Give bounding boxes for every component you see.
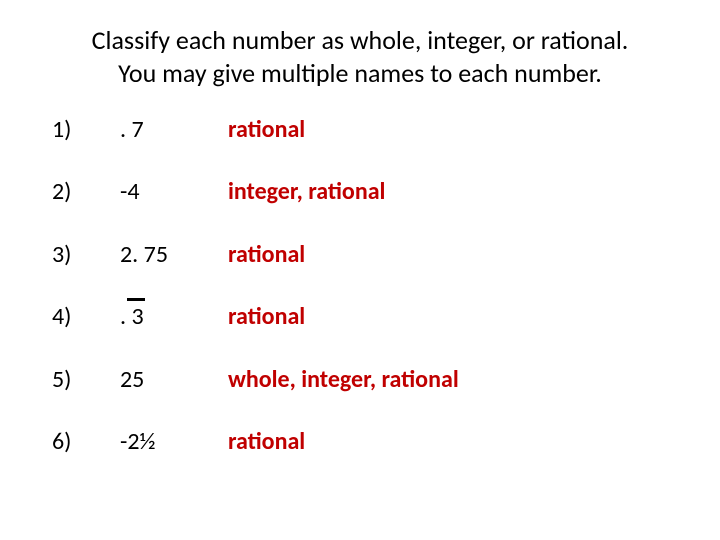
title-line-2: You may give multiple names to each numb… <box>60 57 660 90</box>
row-answer: rational <box>228 242 680 268</box>
row-answer: whole, integer, rational <box>228 367 680 393</box>
row-label: 5) <box>52 367 112 393</box>
row-answer: rational <box>228 304 680 330</box>
number-text: 2. 75 <box>120 240 168 269</box>
row-answer: rational <box>228 117 680 143</box>
repeating-bar-icon <box>127 298 145 301</box>
row-number: 2. 75 <box>120 242 220 268</box>
row-label: 1) <box>52 117 112 143</box>
slide: Classify each number as whole, integer, … <box>0 0 720 455</box>
number-text: . 3 <box>120 302 144 331</box>
number-text: -4 <box>120 177 140 206</box>
title-line-1: Classify each number as whole, integer, … <box>60 24 660 57</box>
classification-list: 1) . 7 rational 2) -4 integer, rational … <box>40 117 680 455</box>
number-text: . 7 <box>120 115 144 144</box>
row-answer: integer, rational <box>228 179 680 205</box>
row-label: 3) <box>52 242 112 268</box>
number-text: 25 <box>120 365 144 394</box>
row-number: . 7 <box>120 117 220 143</box>
page-title: Classify each number as whole, integer, … <box>40 24 680 89</box>
row-label: 2) <box>52 179 112 205</box>
row-label: 6) <box>52 429 112 455</box>
number-text: -2½ <box>120 427 156 456</box>
row-number: . 3 <box>120 304 220 330</box>
row-number: -4 <box>120 179 220 205</box>
row-number: -2½ <box>120 429 220 455</box>
row-number: 25 <box>120 367 220 393</box>
row-answer: rational <box>228 429 680 455</box>
row-label: 4) <box>52 304 112 330</box>
